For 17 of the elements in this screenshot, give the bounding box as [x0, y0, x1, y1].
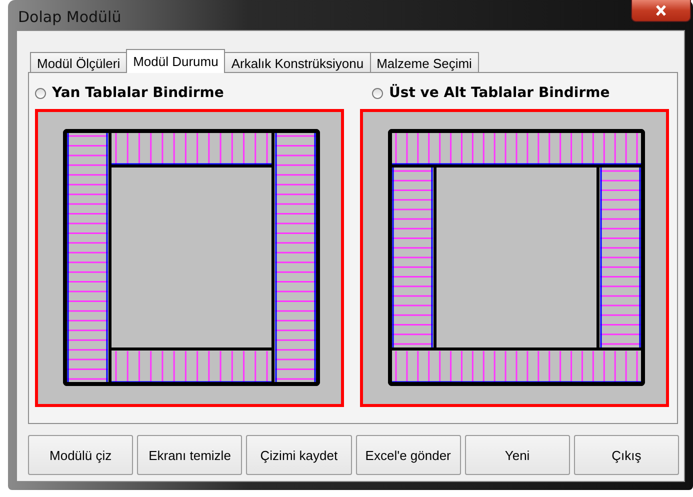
tab[interactable]: Modül Ölçüleri: [30, 52, 128, 73]
close-icon: [655, 5, 667, 16]
command-button[interactable]: Excel'e gönder: [356, 435, 461, 475]
tab[interactable]: Malzeme Seçimi: [370, 52, 479, 73]
window-title: Dolap Modülü: [18, 8, 122, 26]
command-button[interactable]: Ekranı temizle: [137, 435, 242, 475]
tab[interactable]: Arkalık Konstrüksiyonu: [224, 52, 371, 73]
radio-label: Üst ve Alt Tablalar Bindirme: [389, 85, 610, 101]
radio-button[interactable]: [372, 88, 383, 98]
tab[interactable]: Modül Durumu: [126, 49, 226, 73]
command-button[interactable]: Yeni: [464, 435, 570, 475]
command-button[interactable]: Çıkış: [574, 435, 680, 475]
close-button[interactable]: [631, 0, 691, 22]
command-button[interactable]: Modülü çiz: [28, 435, 134, 475]
radio-label: Yan Tablalar Bindirme: [52, 85, 224, 101]
command-button[interactable]: Çizimi kaydet: [246, 435, 352, 475]
radio-button[interactable]: [35, 88, 46, 98]
